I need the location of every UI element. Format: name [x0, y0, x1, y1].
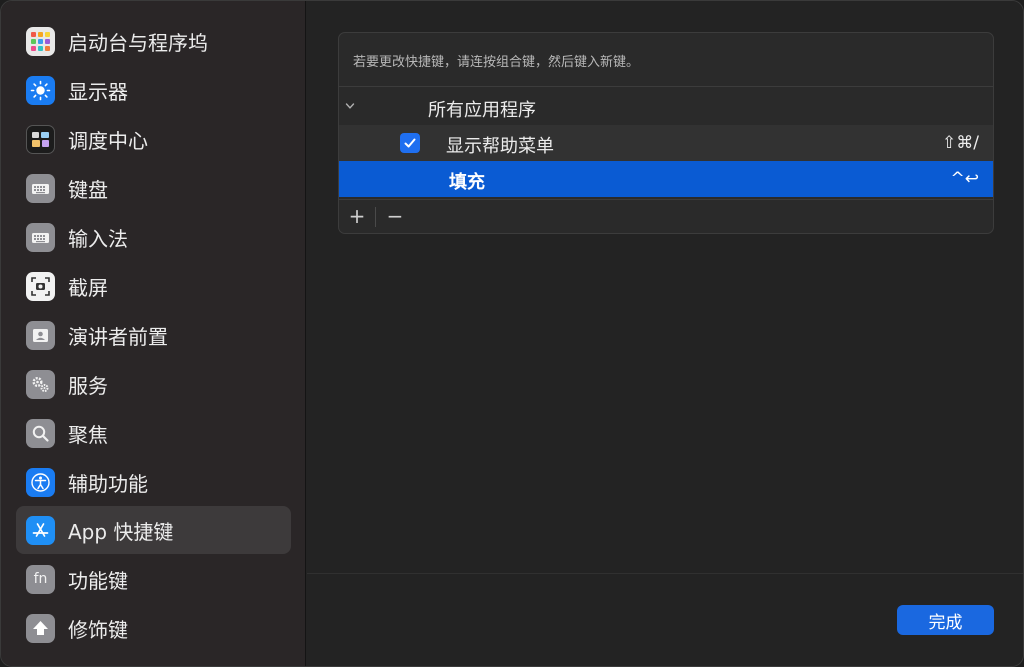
toolbar-separator — [375, 207, 376, 227]
sidebar-item-label: 输入法 — [68, 226, 128, 251]
enable-checkbox[interactable] — [400, 133, 420, 153]
sidebar-item-label: 功能键 — [68, 568, 128, 593]
launchpad-dock-icon — [26, 26, 55, 56]
sidebar-item-label: App 快捷键 — [68, 519, 174, 544]
fn-key-icon: fn — [26, 564, 55, 594]
sidebar-item-function-keys[interactable]: fn 功能键 — [16, 555, 291, 603]
divider — [339, 199, 993, 200]
shortcut-label: 填充 — [449, 172, 485, 193]
shortcut-row-fill[interactable]: 填充 ^↩ — [339, 161, 993, 197]
sidebar-item-launchpad-dock[interactable]: 启动台与程序坞 — [16, 17, 291, 65]
sidebar-item-label: 截屏 — [68, 275, 108, 300]
app-store-icon — [26, 515, 55, 545]
remove-button[interactable]: − — [381, 204, 409, 228]
sidebar-item-display[interactable]: 显示器 — [16, 66, 291, 114]
presenter-overlay-icon — [26, 320, 55, 350]
shortcut-label: 显示帮助菜单 — [446, 136, 554, 157]
sidebar-item-label: 辅助功能 — [68, 471, 148, 496]
sidebar-item-presenter-overlay[interactable]: 演讲者前置 — [16, 311, 291, 359]
accessibility-icon — [26, 467, 55, 497]
footer-divider — [307, 573, 1023, 574]
sidebar-item-label: 服务 — [68, 373, 108, 398]
sidebar-item-label: 调度中心 — [68, 128, 148, 153]
done-button[interactable]: 完成 — [897, 605, 994, 635]
shortcut-keys[interactable]: ^↩ — [951, 169, 980, 189]
modifier-key-icon — [26, 613, 55, 643]
screenshot-icon — [26, 271, 55, 301]
sidebar-item-mission-control[interactable]: 调度中心 — [16, 115, 291, 163]
sidebar-item-label: 显示器 — [68, 79, 128, 104]
spotlight-search-icon — [26, 418, 55, 448]
input-method-icon — [26, 222, 55, 252]
shortcuts-panel: 若要更改快捷键，请连按组合键，然后键入新键。 所有应用程序 显示帮助菜单 ⇧⌘/ — [338, 32, 994, 234]
sidebar-item-label: 键盘 — [68, 177, 108, 202]
sidebar-item-label: 演讲者前置 — [68, 324, 168, 349]
sidebar-item-label: 启动台与程序坞 — [68, 30, 208, 55]
sidebar-item-label: 修饰键 — [68, 617, 128, 642]
sidebar: 启动台与程序坞 显示器 调度中心 键盘 输入法 截屏 演讲者前置 服务 聚焦 辅… — [1, 1, 306, 666]
sidebar-item-services[interactable]: 服务 — [16, 360, 291, 408]
keyboard-icon — [26, 173, 55, 203]
sidebar-item-modifier-keys[interactable]: 修饰键 — [16, 604, 291, 652]
sidebar-item-accessibility[interactable]: 辅助功能 — [16, 458, 291, 506]
shortcut-row-help-menu[interactable]: 显示帮助菜单 ⇧⌘/ — [339, 125, 993, 161]
instruction-text: 若要更改快捷键，请连按组合键，然后键入新键。 — [353, 55, 640, 70]
sidebar-item-input-method[interactable]: 输入法 — [16, 213, 291, 261]
add-button[interactable]: + — [343, 204, 371, 228]
group-row-all-apps[interactable]: 所有应用程序 — [339, 89, 993, 125]
chevron-down-icon[interactable] — [345, 101, 355, 111]
sidebar-item-keyboard[interactable]: 键盘 — [16, 164, 291, 212]
display-sun-icon — [26, 75, 55, 105]
mission-control-icon — [26, 124, 55, 154]
sidebar-item-spotlight[interactable]: 聚焦 — [16, 409, 291, 457]
sidebar-item-app-shortcuts[interactable]: App 快捷键 — [16, 506, 291, 554]
sidebar-item-label: 聚焦 — [68, 422, 108, 447]
sidebar-item-screenshot[interactable]: 截屏 — [16, 262, 291, 310]
services-gear-icon — [26, 369, 55, 399]
group-label: 所有应用程序 — [428, 100, 536, 121]
divider — [339, 86, 993, 87]
settings-window: 启动台与程序坞 显示器 调度中心 键盘 输入法 截屏 演讲者前置 服务 聚焦 辅… — [0, 0, 1024, 667]
shortcut-keys[interactable]: ⇧⌘/ — [942, 133, 979, 153]
main-content: 若要更改快捷键，请连按组合键，然后键入新键。 所有应用程序 显示帮助菜单 ⇧⌘/ — [307, 1, 1023, 666]
checkmark-icon — [404, 138, 416, 148]
